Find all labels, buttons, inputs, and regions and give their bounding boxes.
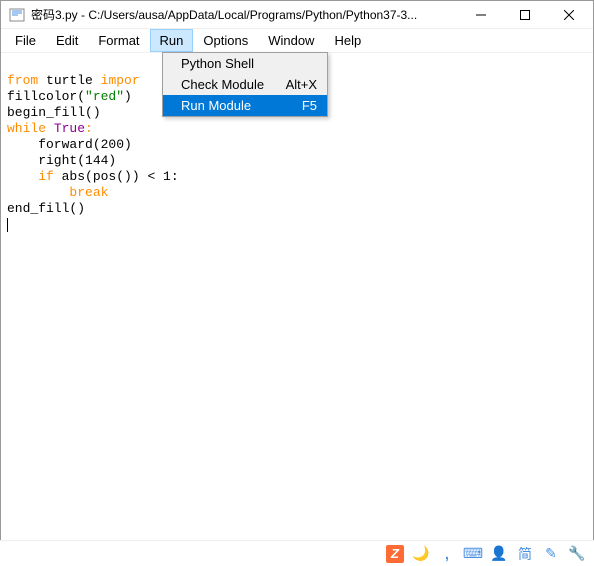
keyboard-icon[interactable]: ⌨ <box>464 545 482 563</box>
code-builtin: True <box>54 121 85 136</box>
titlebar: 密码3.py - C:/Users/ausa/AppData/Local/Pro… <box>1 1 593 29</box>
user-icon[interactable]: 👤 <box>490 545 508 563</box>
code-text: right(144) <box>7 153 116 168</box>
dropdown-run-module[interactable]: Run Module F5 <box>163 95 327 116</box>
code-text: fillcolor( <box>7 89 85 104</box>
menu-format[interactable]: Format <box>88 29 149 52</box>
code-text <box>46 121 54 136</box>
code-text: end_fill() <box>7 201 85 216</box>
ime-icon[interactable]: 简 <box>516 545 534 563</box>
dropdown-item-label: Python Shell <box>181 56 305 71</box>
code-text: ) <box>124 89 132 104</box>
app-icon <box>9 7 25 23</box>
dropdown-item-label: Run Module <box>181 98 290 113</box>
code-text: turtle <box>38 73 100 88</box>
code-text: begin_fill() <box>7 105 101 120</box>
code-text <box>7 169 38 184</box>
dropdown-check-module[interactable]: Check Module Alt+X <box>163 74 327 95</box>
code-text: forward(200) <box>7 137 132 152</box>
code-text <box>7 185 69 200</box>
code-editor[interactable]: from turtle impor fillcolor("red") begin… <box>1 53 593 539</box>
wrench-icon[interactable]: 🔧 <box>568 545 586 563</box>
code-text: : <box>85 121 93 136</box>
menu-window[interactable]: Window <box>258 29 324 52</box>
menu-edit[interactable]: Edit <box>46 29 88 52</box>
menubar: File Edit Format Run Options Window Help <box>1 29 593 53</box>
code-keyword: impor <box>101 73 140 88</box>
close-button[interactable] <box>547 1 591 29</box>
dropdown-python-shell[interactable]: Python Shell <box>163 53 327 74</box>
menu-run[interactable]: Run <box>150 29 194 52</box>
window-controls <box>459 1 591 29</box>
maximize-button[interactable] <box>503 1 547 29</box>
dropdown-item-label: Check Module <box>181 77 274 92</box>
statusbar: Z 🌙 , ⌨ 👤 简 ✎ 🔧 <box>0 540 594 566</box>
tray-z-icon[interactable]: Z <box>386 545 404 563</box>
code-keyword: from <box>7 73 38 88</box>
text-cursor <box>7 218 8 232</box>
code-text: abs(pos()) < 1: <box>54 169 179 184</box>
menu-file[interactable]: File <box>5 29 46 52</box>
code-keyword: break <box>69 185 108 200</box>
comma-icon[interactable]: , <box>438 545 456 563</box>
dropdown-item-shortcut: Alt+X <box>286 77 317 92</box>
menu-options[interactable]: Options <box>193 29 258 52</box>
code-keyword: while <box>7 121 46 136</box>
menu-help[interactable]: Help <box>324 29 371 52</box>
minimize-button[interactable] <box>459 1 503 29</box>
code-string: "red" <box>85 89 124 104</box>
moon-icon[interactable]: 🌙 <box>412 545 430 563</box>
window-title: 密码3.py - C:/Users/ausa/AppData/Local/Pro… <box>31 6 459 23</box>
pencil-icon[interactable]: ✎ <box>542 545 560 563</box>
run-dropdown: Python Shell Check Module Alt+X Run Modu… <box>162 52 328 117</box>
code-keyword: if <box>38 169 54 184</box>
dropdown-item-shortcut: F5 <box>302 98 317 113</box>
